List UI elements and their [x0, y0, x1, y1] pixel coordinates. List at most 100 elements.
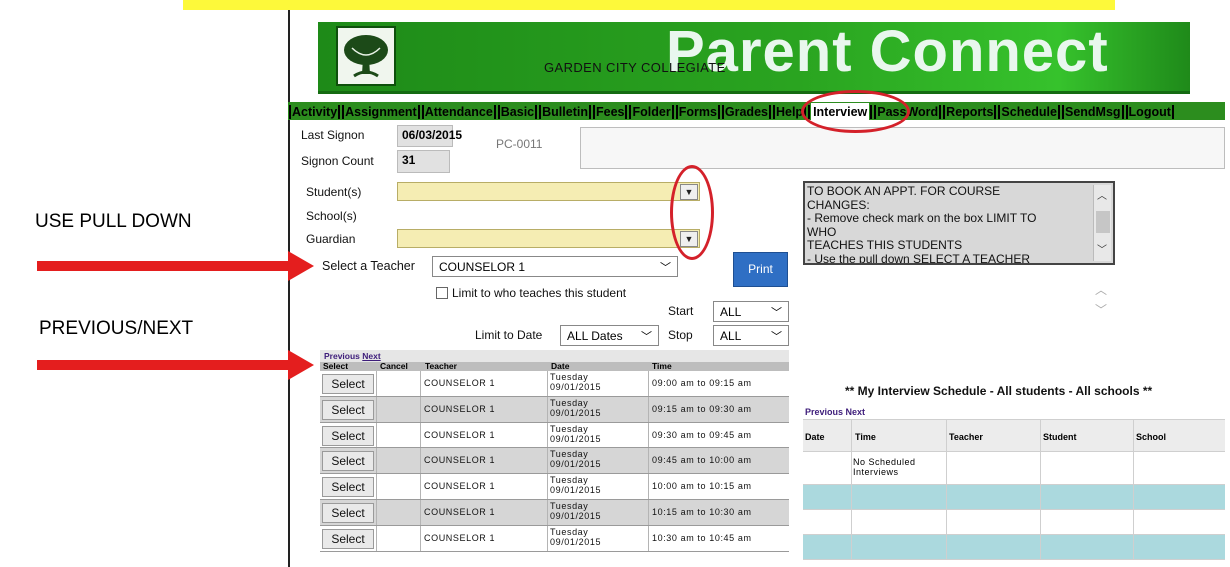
column-divider: [851, 535, 852, 559]
select-cell: Select: [320, 474, 377, 499]
time-cell: 09:45 am to 10:00 am: [652, 455, 752, 466]
menu-separator: [1171, 104, 1174, 119]
menu-separator: [535, 104, 538, 119]
annotation-use-pull-down: USE PULL DOWN: [35, 211, 192, 232]
limit-date-select[interactable]: ALL Dates ﹀: [560, 325, 659, 346]
signon-count-value: 31: [397, 150, 450, 173]
date-day: Tuesday: [550, 423, 589, 434]
teacher-select[interactable]: COUNSELOR 1 ﹀: [432, 256, 678, 277]
screenshot-left-border: [288, 10, 290, 567]
app-banner: Parent Connect GARDEN CITY COLLEGIATE: [318, 19, 1190, 94]
student-select[interactable]: [397, 182, 700, 201]
schedule-header-teacher: Teacher: [949, 432, 983, 442]
menu-separator: [994, 104, 997, 119]
menu-item-bulletin[interactable]: Bulletin: [542, 103, 588, 120]
stop-select[interactable]: ALL ﹀: [713, 325, 789, 346]
column-divider: [1133, 510, 1134, 534]
menu-item-fees[interactable]: Fees: [596, 103, 625, 120]
teacher-cell: COUNSELOR 1: [421, 396, 548, 422]
menu-item-forms[interactable]: Forms: [679, 103, 717, 120]
schedule-header-time: Time: [855, 432, 876, 442]
message-scrollbar[interactable]: ︿ ﹀: [1093, 185, 1111, 261]
signon-count-label: Signon Count: [301, 154, 374, 168]
menu-separator: [721, 104, 724, 119]
date-day: Tuesday: [550, 397, 589, 408]
menu-item-schedule[interactable]: Schedule: [1001, 103, 1057, 120]
menu-separator: [493, 104, 496, 119]
select-slot-button[interactable]: Select: [322, 425, 374, 446]
column-divider: [1040, 510, 1041, 534]
last-signon-value: 06/03/2015: [397, 125, 462, 147]
scroll-up-icon[interactable]: ︿: [1097, 187, 1107, 202]
stop-label: Stop: [668, 328, 693, 342]
menu-separator: [768, 104, 771, 119]
start-select-value: ALL: [720, 305, 742, 319]
instructions-message-box[interactable]: TO BOOK AN APPT. FOR COURSE CHANGES: - R…: [803, 181, 1115, 265]
menu-item-logout[interactable]: Logout: [1129, 103, 1171, 120]
select-slot-button[interactable]: Select: [322, 528, 374, 549]
date-day: Tuesday: [550, 449, 589, 460]
menu-item-folder[interactable]: Folder: [632, 103, 670, 120]
grid-header-row: Select Cancel Teacher Date Time: [320, 362, 789, 371]
column-divider: [1040, 485, 1041, 509]
scroll-down-icon: ﹀: [1095, 303, 1108, 317]
limit-teacher-label: Limit to who teaches this student: [452, 286, 627, 300]
menu-item-grades[interactable]: Grades: [725, 103, 768, 120]
select-slot-button[interactable]: Select: [322, 451, 374, 472]
grid-next-link[interactable]: Next: [362, 351, 380, 361]
chevron-down-icon: ﹀: [771, 331, 782, 343]
teacher-cell: COUNSELOR 1: [421, 448, 548, 474]
print-button[interactable]: Print: [733, 252, 788, 287]
teacher-select-value: COUNSELOR 1: [439, 260, 526, 274]
start-select[interactable]: ALL ﹀: [713, 301, 789, 322]
select-slot-button[interactable]: Select: [322, 399, 374, 420]
arrow-head-prevnext: [288, 350, 314, 380]
schedule-pager: Previous Next: [803, 402, 1225, 420]
no-interviews-line-1: No Scheduled: [853, 457, 916, 467]
menu-separator: [625, 104, 628, 119]
menu-item-sendmsg[interactable]: SendMsg: [1065, 103, 1121, 120]
grid-header-select: Select: [323, 361, 349, 371]
menu-item-help[interactable]: Help: [776, 103, 803, 120]
menu-item-activity[interactable]: Activity: [292, 103, 337, 120]
menu-item-assignment[interactable]: Assignment: [345, 103, 417, 120]
chevron-down-icon: ﹀: [641, 331, 652, 343]
select-slot-button[interactable]: Select: [322, 502, 374, 523]
school-name: GARDEN CITY COLLEGIATE: [544, 60, 726, 75]
select-slot-button[interactable]: Select: [322, 374, 374, 394]
time-cell: 09:00 am to 09:15 am: [652, 378, 752, 388]
schedule-header-student: Student: [1043, 432, 1077, 442]
column-divider: [851, 452, 852, 484]
scroll-thumb[interactable]: [1096, 211, 1110, 233]
menu-item-attendance[interactable]: Attendance: [425, 103, 493, 120]
limit-teacher-checkbox[interactable]: [436, 287, 448, 299]
scroll-down-icon[interactable]: ﹀: [1097, 241, 1107, 256]
select-cell: Select: [320, 396, 377, 422]
menu-separator: [338, 104, 341, 119]
time-cell: 10:15 am to 10:30 am: [652, 506, 752, 517]
time-cell: 10:00 am to 10:15 am: [652, 481, 752, 492]
menu-separator: [939, 104, 942, 119]
table-row: Select COUNSELOR 1 Tuesday 09/01/2015 10:00 …: [320, 474, 789, 500]
grid-previous-link[interactable]: Previous: [324, 351, 360, 361]
chevron-down-icon: ﹀: [660, 262, 671, 274]
no-interviews-line-2: Interviews: [853, 467, 899, 477]
guardian-select[interactable]: [397, 229, 700, 248]
menu-item-reports[interactable]: Reports: [946, 103, 993, 120]
menu-separator: [417, 104, 420, 119]
cancel-cell: [377, 525, 421, 551]
menu-item-basic[interactable]: Basic: [501, 103, 534, 120]
schedule-next-link[interactable]: Next: [846, 407, 866, 417]
schedule-previous-link[interactable]: Previous: [805, 407, 843, 417]
column-divider: [1133, 485, 1134, 509]
menu-separator: [1121, 104, 1124, 119]
limit-date-label: Limit to Date: [475, 328, 543, 342]
date-value: 09/01/2015: [550, 382, 602, 392]
annotation-previous-next: PREVIOUS/NEXT: [39, 318, 194, 339]
no-interviews-text: No Scheduled Interviews: [853, 457, 916, 477]
date-day: Tuesday: [550, 475, 589, 486]
schedule-row: [803, 535, 1225, 560]
select-slot-button[interactable]: Select: [322, 477, 374, 498]
interview-highlight-circle: [801, 90, 910, 133]
grid-header-time: Time: [652, 361, 672, 371]
